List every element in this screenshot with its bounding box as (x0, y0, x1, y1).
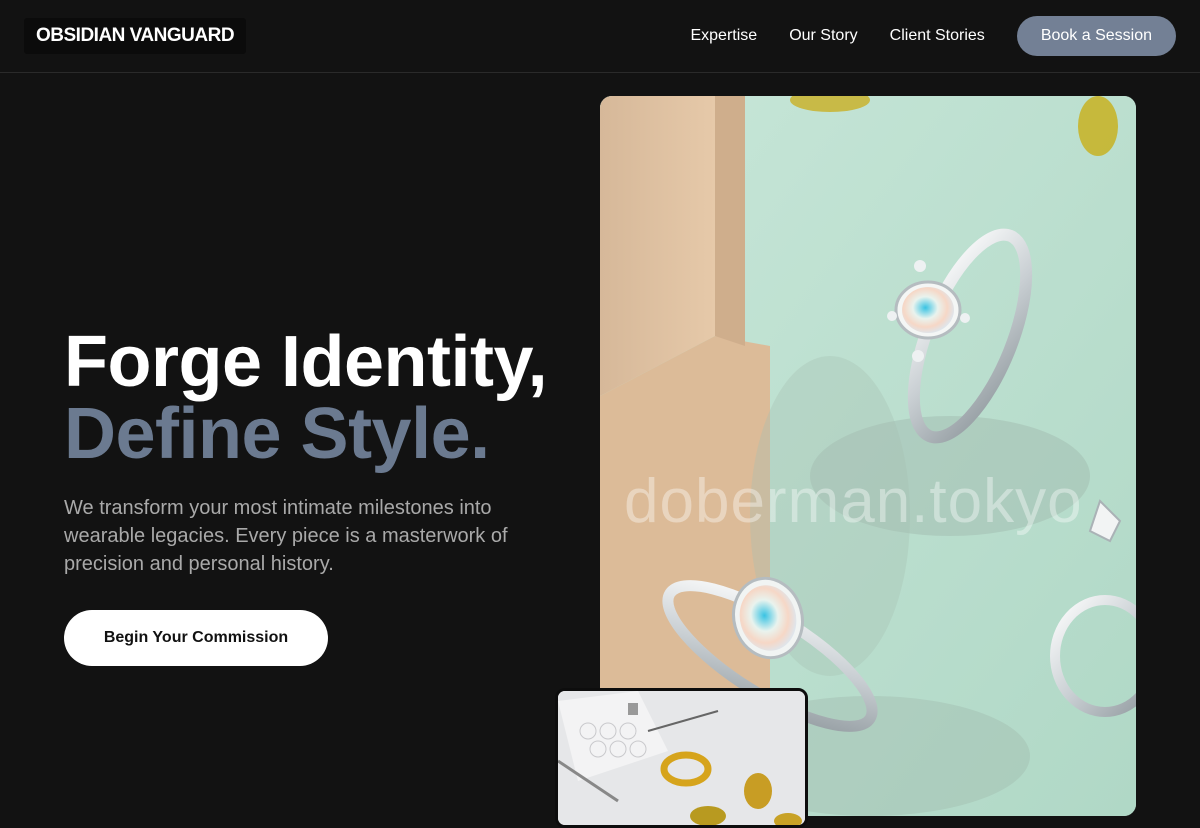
site-header: OBSIDIAN VANGUARD Expertise Our Story Cl… (0, 0, 1200, 73)
hero-description: We transform your most intimate mileston… (64, 497, 508, 575)
nav-link-our-story[interactable]: Our Story (789, 27, 857, 45)
workshop-inset-image (555, 688, 808, 828)
nav-link-client-stories[interactable]: Client Stories (890, 27, 985, 45)
main-nav: Expertise Our Story Client Stories Book … (690, 0, 1176, 72)
nav-link-expertise[interactable]: Expertise (690, 27, 757, 45)
begin-commission-button[interactable]: Begin Your Commission (64, 610, 328, 666)
brand-logo[interactable]: OBSIDIAN VANGUARD (24, 18, 247, 54)
hero-title-line1: Forge Identity, (64, 322, 548, 402)
hero-title: Forge Identity, Define Style. (64, 322, 548, 474)
hero-title-line2: Define Style. (64, 394, 490, 474)
workshop-photo-illustration (558, 691, 805, 825)
book-session-button[interactable]: Book a Session (1016, 16, 1176, 56)
